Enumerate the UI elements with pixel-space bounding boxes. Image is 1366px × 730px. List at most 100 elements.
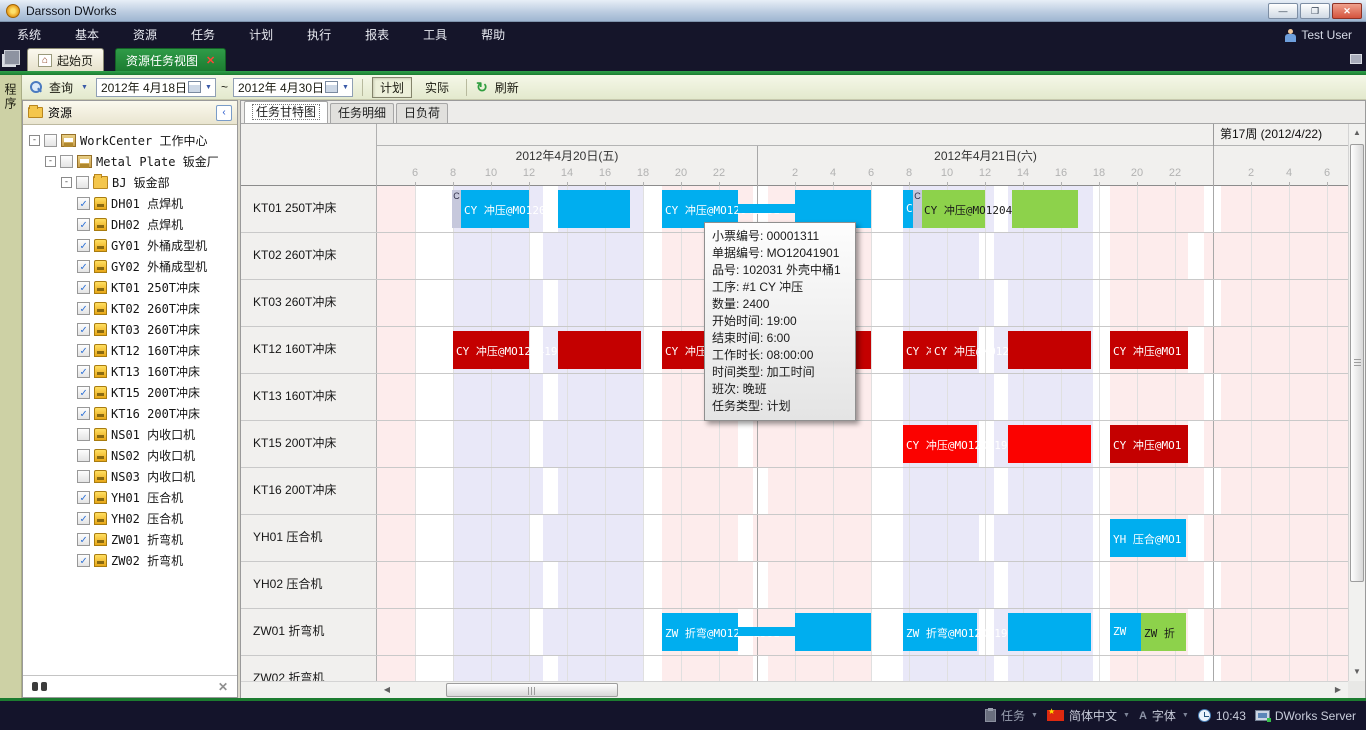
menu-item[interactable]: 系统 <box>0 22 58 48</box>
checkbox[interactable]: ✓ <box>77 197 90 210</box>
checkbox[interactable]: ✓ <box>77 554 90 567</box>
gantt-row-chart[interactable]: CY 冲压@MO12041901CCY 冲压@MO12041901CCY 冲压@… <box>377 186 1348 232</box>
tab-task-detail[interactable]: 任务明细 <box>330 103 394 123</box>
task-bar[interactable]: CY 冲压@MO1 <box>1110 331 1188 369</box>
checkbox[interactable]: ✓ <box>77 260 90 273</box>
task-bar[interactable]: CY 冲压@MO12041904 <box>931 331 977 369</box>
task-bar[interactable] <box>738 627 795 636</box>
tree-item[interactable]: ✓KT01 250T冲床 <box>23 277 237 298</box>
tree-item[interactable]: ✓ZW01 折弯机 <box>23 529 237 550</box>
tree-item[interactable]: ✓YH02 压合机 <box>23 508 237 529</box>
tree-item[interactable]: ✓KT13 160T冲床 <box>23 361 237 382</box>
gantt-row-chart[interactable] <box>377 562 1348 608</box>
task-bar[interactable] <box>1008 613 1091 651</box>
task-bar[interactable] <box>1008 331 1091 369</box>
scroll-down-icon[interactable]: ▼ <box>1349 664 1365 680</box>
gantt-row-chart[interactable] <box>377 280 1348 326</box>
tree-item[interactable]: ✓GY01 外桶成型机 <box>23 235 237 256</box>
date-from-caret-icon[interactable]: ▼ <box>205 84 212 91</box>
task-bar[interactable]: CY 冲压@MO12041903 <box>903 425 977 463</box>
tree-item[interactable]: ✓KT16 200T冲床 <box>23 403 237 424</box>
gantt-row-chart[interactable]: ZW 折弯@MO12041901 ZW 折弯@MO12041901 ZWZW 折 <box>377 609 1348 655</box>
tree-expander-icon[interactable]: - <box>61 177 72 188</box>
task-bar[interactable] <box>738 204 795 213</box>
panel-close-icon[interactable]: ✕ <box>218 680 228 694</box>
menu-item[interactable]: 帮助 <box>464 22 522 48</box>
tree-item[interactable]: -Metal Plate 钣金厂 <box>23 151 237 172</box>
tree-item[interactable]: ✓ZW02 折弯机 <box>23 550 237 571</box>
tab-task-gantt[interactable]: 任务甘特图 <box>244 101 328 123</box>
actual-toggle-button[interactable]: 实际 <box>417 77 457 98</box>
collapse-panel-button[interactable]: ‹ <box>216 105 232 121</box>
checkbox[interactable]: ✓ <box>77 533 90 546</box>
task-bar[interactable]: C <box>903 190 913 228</box>
tab-close-icon[interactable]: ✕ <box>206 54 215 67</box>
gantt-row-chart[interactable] <box>377 656 1348 681</box>
query-button[interactable]: 查询 <box>49 79 73 96</box>
checkbox[interactable] <box>60 155 73 168</box>
gantt-row-chart[interactable]: CY 冲压@MO12041903 CY 冲压@MO1 <box>377 421 1348 467</box>
checkbox[interactable]: ✓ <box>77 302 90 315</box>
gantt-row-chart[interactable]: CY 冲压@MO12041904CY 冲压@MO12041904CY 冲CY 冲… <box>377 327 1348 373</box>
task-bar[interactable]: ZW <box>1110 613 1141 651</box>
plan-toggle-button[interactable]: 计划 <box>372 77 412 98</box>
tree-item[interactable]: NS02 内收口机 <box>23 445 237 466</box>
tree-item[interactable]: -BJ 钣金部 <box>23 172 237 193</box>
task-bar[interactable]: CY 冲压@MO12041904 <box>453 331 529 369</box>
restore-button[interactable]: ❐ <box>1300 3 1330 19</box>
query-caret-icon[interactable]: ▼ <box>81 84 88 91</box>
tree-item[interactable]: ✓YH01 压合机 <box>23 487 237 508</box>
task-bar[interactable]: ZW 折弯@MO12041901 <box>903 613 977 651</box>
tab-daily-load[interactable]: 日负荷 <box>396 103 448 123</box>
scroll-right-icon[interactable]: ▶ <box>1330 682 1346 698</box>
tree-item[interactable]: ✓GY02 外桶成型机 <box>23 256 237 277</box>
gantt-row-chart[interactable] <box>377 374 1348 420</box>
task-bar[interactable] <box>558 331 641 369</box>
task-bar[interactable] <box>558 190 630 228</box>
vertical-scrollbar[interactable]: ▲ ▼ <box>1348 124 1365 681</box>
task-bar[interactable]: CY 冲 <box>903 331 931 369</box>
status-tasks[interactable]: 任务 ▼ <box>985 707 1038 724</box>
checkbox[interactable]: ✓ <box>77 491 90 504</box>
tree-item[interactable]: NS01 内收口机 <box>23 424 237 445</box>
windows-stack-icon[interactable] <box>4 50 20 65</box>
status-language[interactable]: 简体中文 ▼ <box>1047 707 1130 724</box>
menu-item[interactable]: 计划 <box>232 22 290 48</box>
checkbox[interactable] <box>76 176 89 189</box>
scroll-left-icon[interactable]: ◀ <box>379 682 395 698</box>
scroll-up-icon[interactable]: ▲ <box>1349 125 1365 141</box>
task-bar[interactable] <box>1012 190 1078 228</box>
menu-item[interactable]: 工具 <box>406 22 464 48</box>
checkbox[interactable]: ✓ <box>77 281 90 294</box>
gantt-row-chart[interactable] <box>377 468 1348 514</box>
horizontal-scrollbar[interactable]: ◀ ▶ <box>241 681 1348 698</box>
tree-item[interactable]: ✓DH01 点焊机 <box>23 193 237 214</box>
horizontal-scroll-thumb[interactable] <box>446 683 618 697</box>
tab-home-page[interactable]: ⌂ 起始页 <box>27 48 104 71</box>
task-bar[interactable]: CY 冲压@MO12041902 <box>921 190 985 228</box>
checkbox[interactable] <box>77 470 90 483</box>
calendar-icon[interactable] <box>188 81 201 93</box>
checkbox[interactable]: ✓ <box>77 218 90 231</box>
checkbox[interactable] <box>77 449 90 462</box>
task-bar[interactable]: ZW 折 <box>1141 613 1186 651</box>
menu-item[interactable]: 资源 <box>116 22 174 48</box>
task-bar[interactable] <box>795 613 871 651</box>
refresh-icon[interactable]: ↻ <box>476 79 488 96</box>
task-bar[interactable]: CY 冲压@MO1 <box>1110 425 1188 463</box>
tree-expander-icon[interactable]: - <box>45 156 56 167</box>
find-icon[interactable] <box>32 682 47 691</box>
checkbox[interactable] <box>44 134 57 147</box>
close-button[interactable]: ✕ <box>1332 3 1362 19</box>
task-bar[interactable]: ZW 折弯@MO12041901 <box>662 613 738 651</box>
menu-item[interactable]: 任务 <box>174 22 232 48</box>
task-bar[interactable]: YH 压合@MO1 <box>1110 519 1186 557</box>
tree-expander-icon[interactable]: - <box>29 135 40 146</box>
calendar-icon[interactable] <box>325 81 338 93</box>
minimize-button[interactable]: — <box>1268 3 1298 19</box>
vertical-scroll-thumb[interactable] <box>1350 144 1364 582</box>
tree-item[interactable]: ✓KT15 200T冲床 <box>23 382 237 403</box>
checkbox[interactable]: ✓ <box>77 323 90 336</box>
date-to-caret-icon[interactable]: ▼ <box>342 84 349 91</box>
checkbox[interactable]: ✓ <box>77 512 90 525</box>
